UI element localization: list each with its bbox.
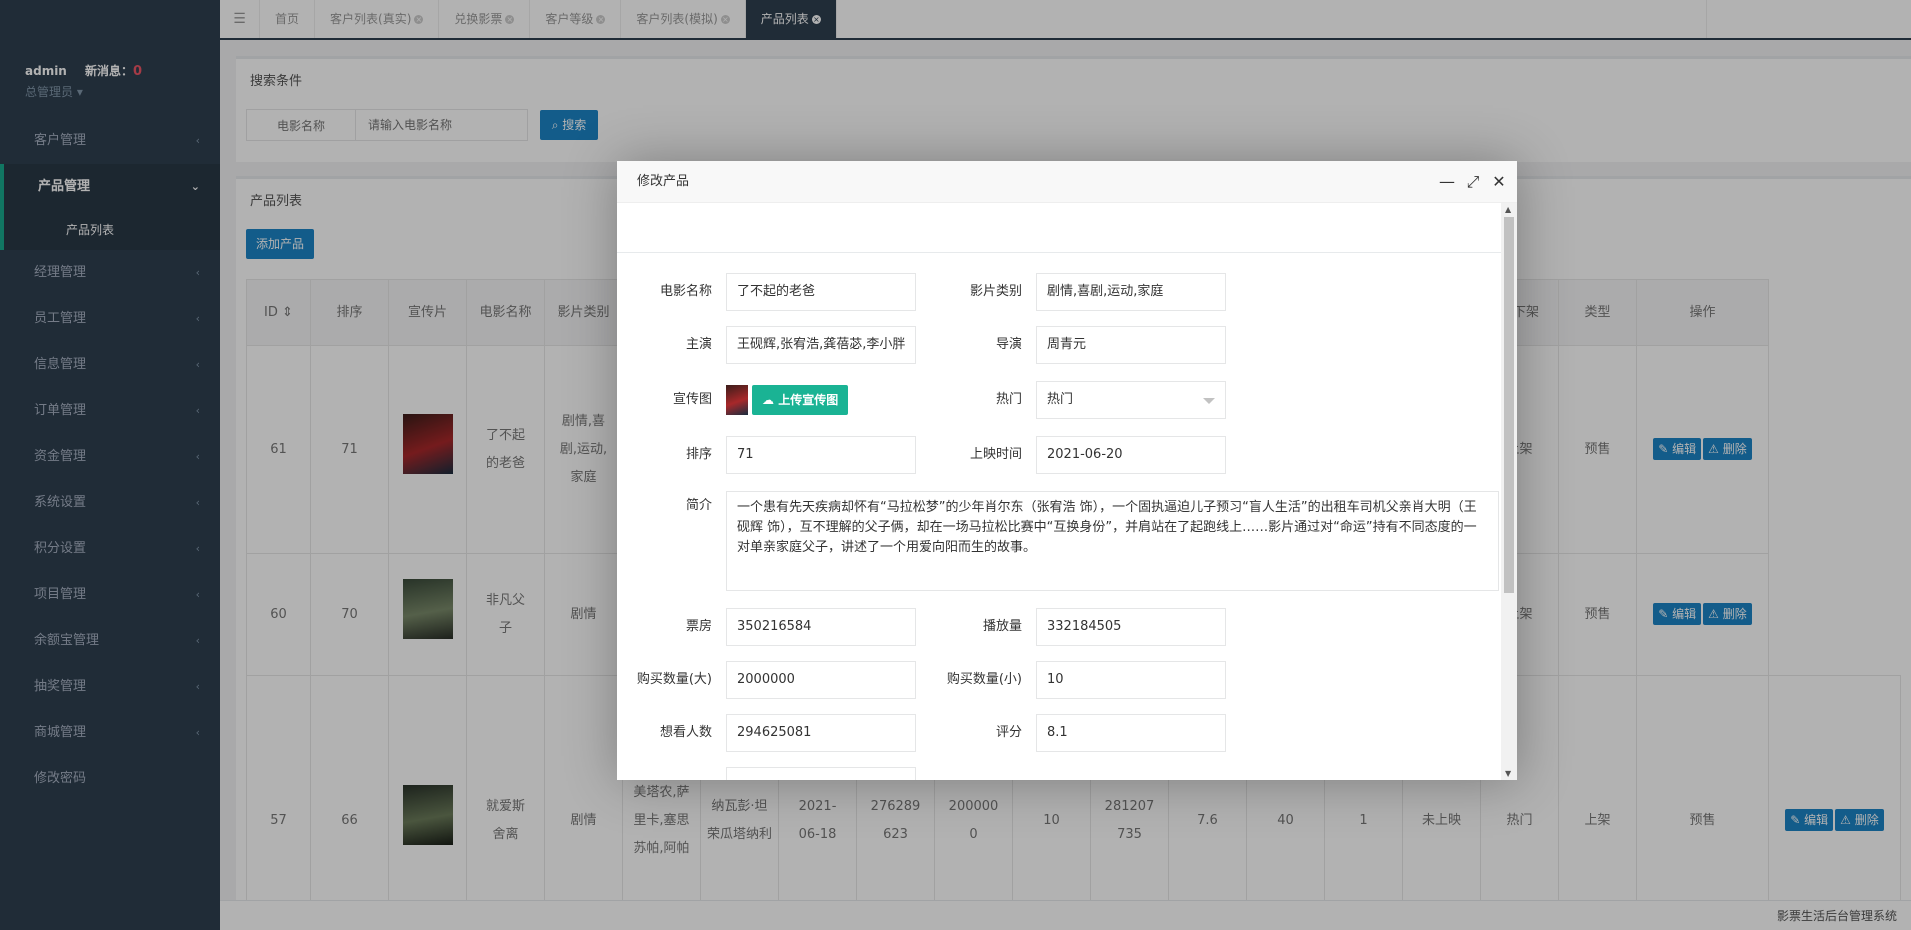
play-count-label: 播放量 xyxy=(982,619,1022,634)
actor-label: 主演 xyxy=(685,337,712,352)
buy-min-input[interactable]: 10 xyxy=(1036,661,1226,699)
scroll-down-icon[interactable]: ▼ xyxy=(1505,769,1511,778)
actor-input[interactable]: 王砚辉,张宥浩,龚蓓苾,李小胖 xyxy=(726,326,916,364)
modal-header: 修改产品 — ⤢ ✕ xyxy=(617,161,1517,203)
play-count-input[interactable]: 332184505 xyxy=(1036,608,1226,646)
want-count-label: 想看人数 xyxy=(659,725,712,740)
edit-product-modal: 修改产品 — ⤢ ✕ 电影名称 了不起的老爸 影片类别 剧情,喜剧,运动,家庭 … xyxy=(617,161,1517,780)
score-input[interactable]: 8.1 xyxy=(1036,714,1226,752)
want-count-input[interactable]: 294625081 xyxy=(726,714,916,752)
modal-scrollbar[interactable]: ▲ ▼ xyxy=(1501,203,1517,780)
buy-max-label: 购买数量(大) xyxy=(636,672,712,687)
buy-max-input[interactable]: 2000000 xyxy=(726,661,916,699)
sort-label: 排序 xyxy=(685,447,712,462)
name-label: 电影名称 xyxy=(659,284,712,299)
release-date-input[interactable]: 2021-06-20 xyxy=(1036,436,1226,474)
modal-title: 修改产品 xyxy=(637,174,690,189)
genre-input[interactable]: 剧情,喜剧,运动,家庭 xyxy=(1036,273,1226,311)
cloud-upload-icon: ☁ xyxy=(762,393,774,407)
modal-body: 电影名称 了不起的老爸 影片类别 剧情,喜剧,运动,家庭 主演 王砚辉,张宥浩,… xyxy=(617,203,1501,780)
score-label: 评分 xyxy=(995,725,1022,740)
director-label: 导演 xyxy=(995,337,1022,352)
hot-select[interactable]: 热门 xyxy=(1036,381,1226,419)
buy-min-label: 购买数量(小) xyxy=(946,672,1022,687)
poster-thumbnail[interactable] xyxy=(726,385,748,415)
intro-textarea[interactable]: 一个患有先天疾病却怀有“马拉松梦”的少年肖尔东（张宥浩 饰），一个固执逼迫儿子预… xyxy=(726,491,1499,591)
intro-label: 简介 xyxy=(685,498,712,513)
dropdown-arrow-icon xyxy=(1203,398,1215,404)
hot-label: 热门 xyxy=(995,392,1022,407)
close-icon[interactable]: ✕ xyxy=(1491,161,1507,203)
box-office-label: 票房 xyxy=(685,619,712,634)
scroll-up-icon[interactable]: ▲ xyxy=(1505,205,1511,214)
genre-label: 影片类别 xyxy=(969,284,1022,299)
scroll-thumb[interactable] xyxy=(1504,217,1514,593)
director-input[interactable]: 周青元 xyxy=(1036,326,1226,364)
name-input[interactable]: 了不起的老爸 xyxy=(726,273,916,311)
minimize-icon[interactable]: — xyxy=(1439,161,1455,203)
sort-input[interactable]: 71 xyxy=(726,436,916,474)
box-office-input[interactable]: 350216584 xyxy=(726,608,916,646)
poster-label: 宣传图 xyxy=(672,392,712,407)
next-input[interactable] xyxy=(726,767,916,780)
maximize-icon[interactable]: ⤢ xyxy=(1465,161,1481,203)
upload-poster-button[interactable]: ☁ 上传宣传图 xyxy=(752,385,849,415)
date-label: 上映时间 xyxy=(969,447,1022,462)
